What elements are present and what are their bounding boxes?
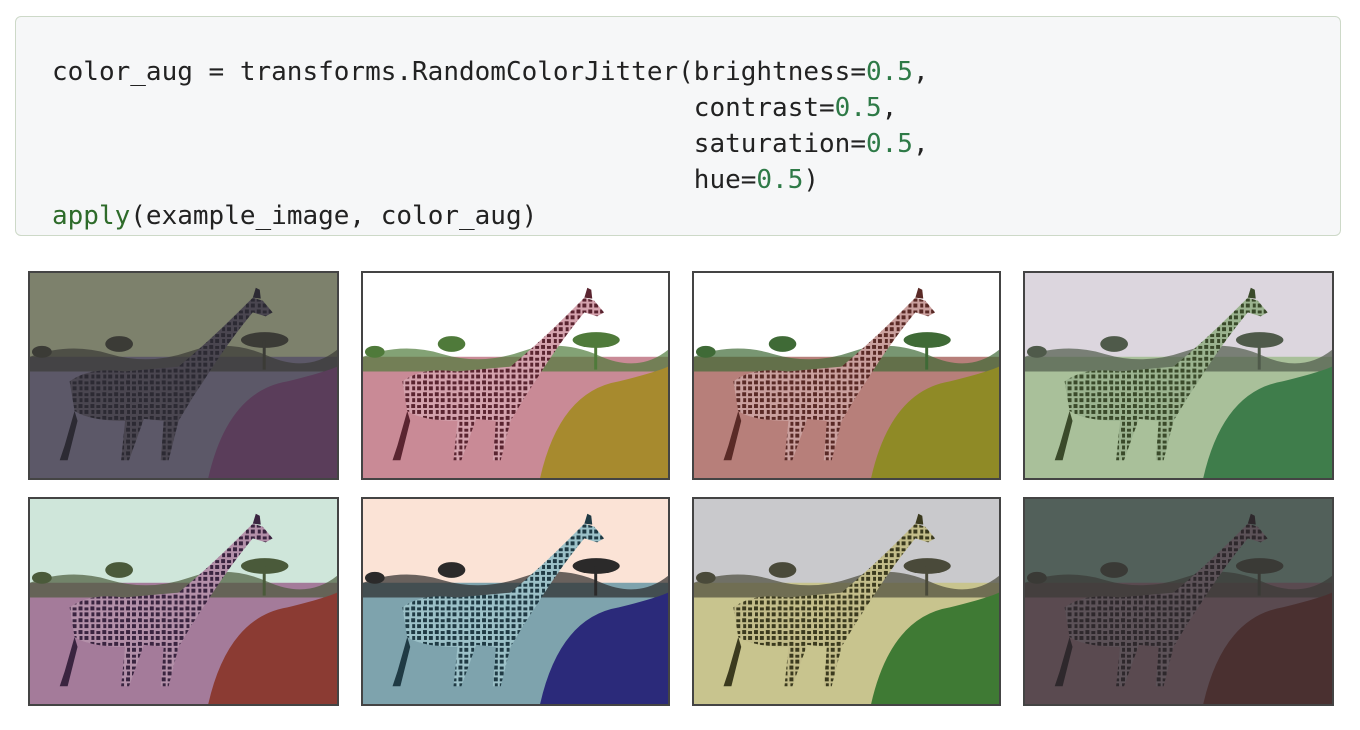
giraffe-image [30, 499, 337, 704]
output-image-grid [0, 0, 1360, 730]
augmented-image-2 [361, 271, 670, 480]
augmented-image-5 [28, 497, 339, 706]
giraffe-image [694, 273, 999, 478]
giraffe-image [363, 499, 668, 704]
augmented-image-1 [28, 271, 339, 480]
augmented-image-6 [361, 497, 670, 706]
giraffe-image [694, 499, 999, 704]
augmented-image-3 [692, 271, 1001, 480]
giraffe-image [30, 273, 337, 478]
giraffe-image [1025, 499, 1332, 704]
augmented-image-8 [1023, 497, 1334, 706]
augmented-image-4 [1023, 271, 1334, 480]
augmented-image-7 [692, 497, 1001, 706]
giraffe-image [1025, 273, 1332, 478]
giraffe-image [363, 273, 668, 478]
